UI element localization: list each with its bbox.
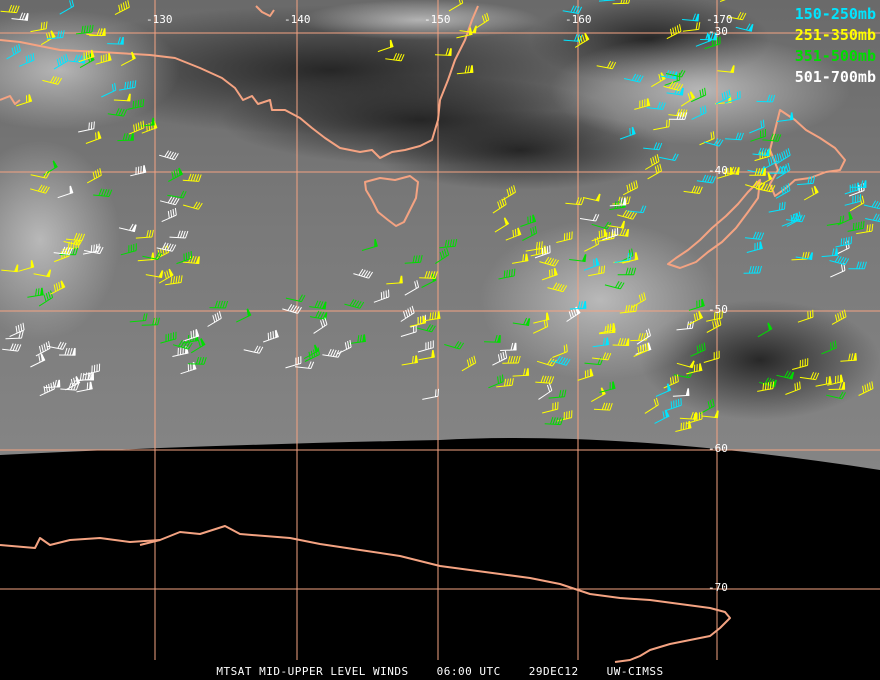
lon-label: -150 — [424, 13, 451, 26]
legend-entry-150-250: 150-250mb — [794, 5, 876, 23]
moist-cloud — [480, 220, 720, 380]
footer-source: UW-CIMSS — [606, 665, 664, 678]
lat-label: -30 — [708, 25, 728, 38]
lat-label: -40 — [708, 164, 728, 177]
lon-label: -160 — [565, 13, 592, 26]
coast-antarctica — [0, 525, 731, 663]
map-svg — [0, 0, 880, 663]
legend-entry-251-350: 251-350mb — [794, 26, 876, 44]
legend-entry-501-700: 501-700mb — [794, 68, 876, 86]
satellite-wind-map: -130 -140 -150 -160 -170 -30 -40 -50 -60… — [0, 0, 880, 680]
lon-label: -140 — [284, 13, 311, 26]
lat-label: -70 — [708, 581, 728, 594]
footer-date: 29DEC12 — [528, 665, 579, 678]
lat-label: -60 — [708, 442, 728, 455]
lon-label: -130 — [146, 13, 173, 26]
pressure-legend: 150-250mb 251-350mb 351-500mb 501-700mb — [795, 4, 876, 88]
moist-cloud — [300, 0, 540, 40]
footer-caption: MTSAT MID-UPPER LEVEL WINDS 06:00 UTC 29DE… — [0, 665, 880, 678]
legend-entry-351-500: 351-500mb — [794, 47, 876, 65]
footer-product: MTSAT MID-UPPER LEVEL WINDS — [216, 665, 409, 678]
lat-label: -50 — [708, 303, 728, 316]
footer-time: 06:00 UTC — [436, 665, 501, 678]
